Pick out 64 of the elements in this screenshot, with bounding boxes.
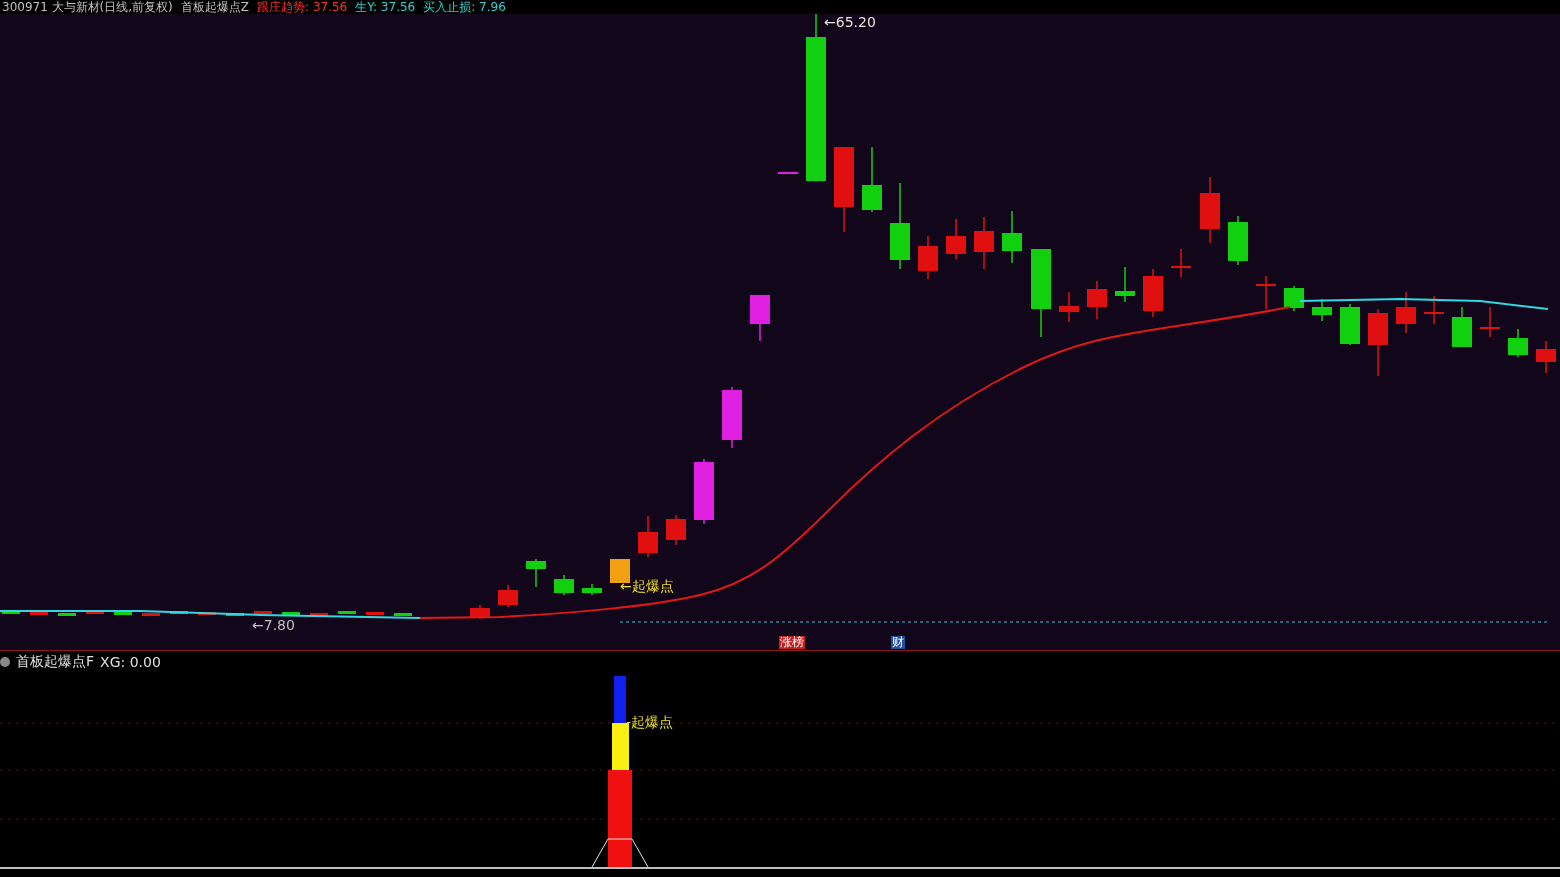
candle [394, 613, 412, 617]
candle [526, 558, 546, 588]
signal-label: -起爆点 [626, 714, 674, 731]
candle [282, 612, 300, 616]
candle [946, 218, 966, 260]
indicator-icon[interactable] [0, 657, 10, 668]
candle [30, 612, 48, 616]
candle [1228, 215, 1248, 266]
candle [142, 613, 160, 617]
candle [750, 294, 770, 342]
candle [1452, 306, 1472, 348]
candle [918, 235, 938, 280]
candle [694, 458, 714, 525]
signal-label: ←起爆点 [620, 578, 674, 595]
candle [1143, 268, 1163, 318]
candle [226, 613, 244, 617]
candle [1508, 328, 1528, 358]
high-price-label: ←65.20 [824, 14, 876, 31]
chart-header-text: 首板起爆点Z [180, 0, 250, 15]
candle [554, 574, 574, 596]
chart-header-text: 生Y: 37.56 [355, 0, 416, 15]
candle [198, 612, 216, 616]
candle [1312, 298, 1332, 322]
candle [254, 611, 272, 615]
chart-header-text: 跟庄趋势: 37.56 [257, 0, 348, 15]
candle [582, 583, 602, 596]
candle [610, 558, 630, 584]
tag-label[interactable]: 涨榜 [779, 636, 805, 650]
candle [974, 216, 994, 270]
candle [638, 515, 658, 558]
candle [1424, 295, 1444, 325]
candle [86, 611, 104, 615]
candle [2, 611, 20, 615]
candle [1200, 176, 1220, 244]
candle [1059, 291, 1079, 323]
candle [1340, 303, 1360, 346]
candle [1115, 266, 1135, 303]
candle [1256, 275, 1276, 310]
candle [310, 613, 328, 617]
candle [1396, 291, 1416, 334]
candle [666, 514, 686, 546]
chart-header-text: 买入止损: 7.96 [423, 0, 506, 15]
candle [1480, 306, 1500, 338]
tag-label[interactable]: 财 [891, 636, 905, 650]
candle [1087, 280, 1107, 320]
candle [1284, 285, 1304, 312]
candle [1368, 308, 1388, 377]
indicator-reading: XG: 0.00 [100, 654, 161, 671]
candle [722, 386, 742, 449]
candle [1536, 340, 1556, 374]
candle [498, 584, 518, 608]
candle [114, 612, 132, 616]
candle [862, 146, 882, 213]
candle [366, 612, 384, 616]
candle [170, 611, 188, 615]
candle [338, 611, 356, 615]
low-price-label: ←7.80 [252, 617, 295, 634]
chart-header-text: 300971 大与新材(日线,前复权) [2, 0, 173, 15]
candle [470, 604, 490, 620]
indicator-title: 首板起爆点F [16, 653, 95, 672]
candle [778, 172, 798, 175]
candle [1002, 210, 1022, 264]
candle [1171, 248, 1191, 278]
candle [58, 613, 76, 617]
